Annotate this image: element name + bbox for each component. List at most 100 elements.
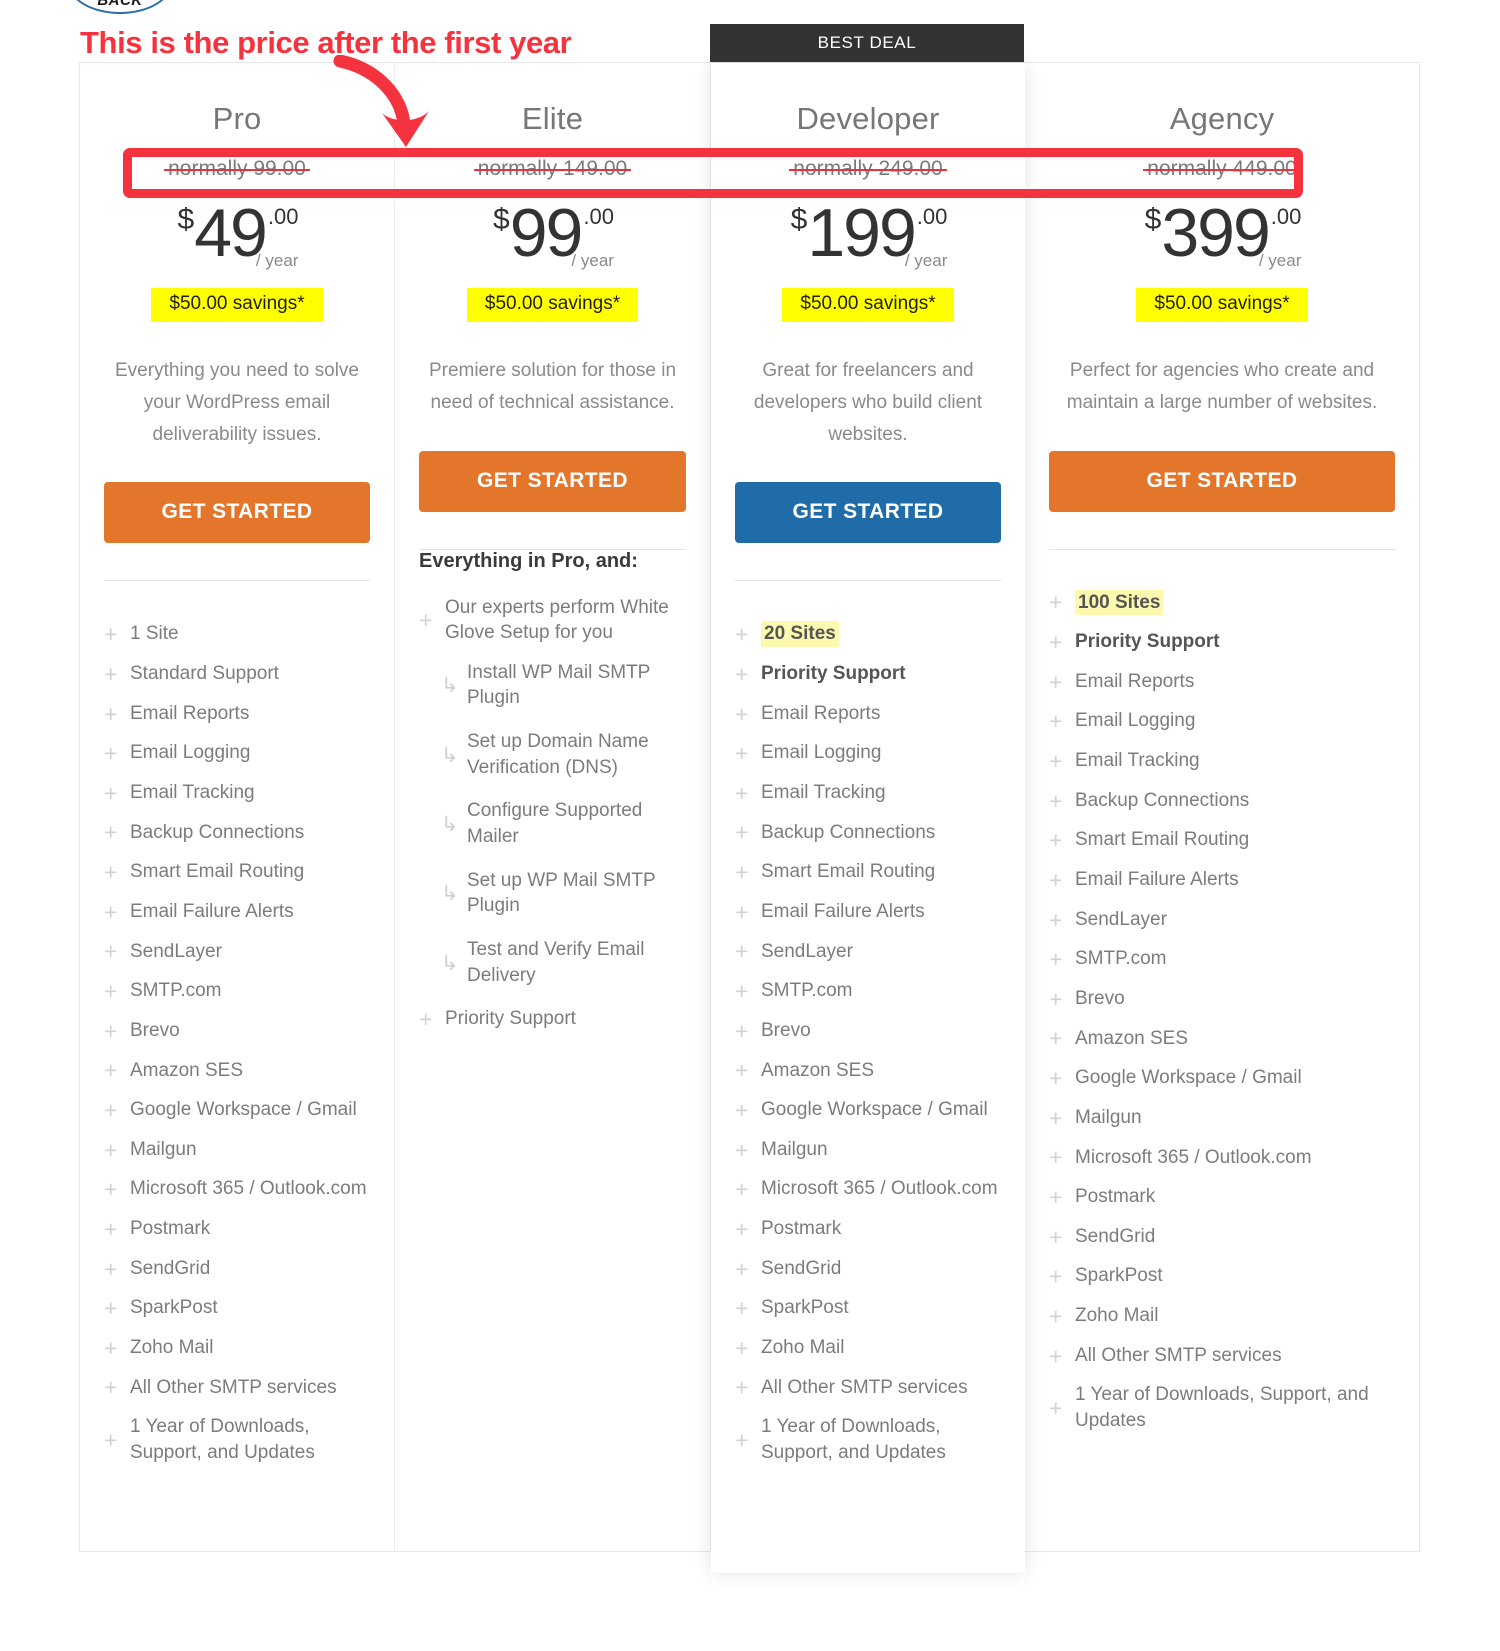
plan-description-pro: Everything you need to solve your WordPr… (115, 359, 359, 445)
feature-item: + Amazon SES (104, 1058, 370, 1084)
plus-icon: + (1049, 1144, 1063, 1171)
plus-icon: + (735, 1096, 749, 1123)
feature-label: 100 Sites (1075, 589, 1164, 616)
plus-icon: + (104, 1255, 118, 1282)
feature-label: Set up WP Mail SMTP Plugin (467, 869, 656, 917)
pricing-page: BACK This is the price after the first y… (0, 0, 1500, 1651)
get-started-button-agency[interactable]: GET STARTED (1049, 450, 1395, 512)
feature-item: + Postmark (735, 1216, 1001, 1242)
feature-label: SendGrid (1075, 1225, 1156, 1247)
plan-savings-wrap-agency: $50.00 savings* (1049, 288, 1395, 322)
feature-item: + SparkPost (104, 1295, 370, 1321)
price-cents-agency: .00 (1270, 204, 1302, 229)
plus-icon: + (1049, 1395, 1063, 1422)
feature-label: Microsoft 365 / Outlook.com (1075, 1146, 1312, 1168)
plus-icon: + (735, 978, 749, 1005)
feature-label: Amazon SES (1075, 1027, 1188, 1049)
plan-savings-wrap-developer: $50.00 savings* (735, 288, 1001, 322)
feature-label: SendGrid (130, 1257, 211, 1279)
feature-item: + SendGrid (735, 1256, 1001, 1282)
plus-icon: + (1049, 1223, 1063, 1250)
arrow-sub-icon: ↳ (441, 951, 459, 975)
feature-list-elite: + Our experts perform White Glove Setup f… (419, 595, 686, 1032)
price-currency-elite: $ (493, 203, 510, 236)
feature-label: Zoho Mail (761, 1337, 845, 1358)
plan-column-agency: Agency normally 449.00 $399.00 / year $5… (1025, 63, 1419, 1551)
feature-item: + SendLayer (104, 939, 370, 965)
feature-label: Email Logging (130, 742, 251, 764)
feature-label: Smart Email Routing (1075, 829, 1250, 851)
plan-savings-agency: $50.00 savings* (1136, 288, 1308, 322)
get-started-button-pro[interactable]: GET STARTED (104, 482, 370, 544)
feature-label: Microsoft 365 / Outlook.com (761, 1178, 998, 1200)
feature-item: + Brevo (104, 1018, 370, 1044)
best-deal-banner: BEST DEAL (710, 24, 1024, 62)
feature-item: +1 Year of Downloads, Support, and Updat… (104, 1414, 370, 1465)
feature-label: Brevo (130, 1019, 180, 1041)
feature-item: + Priority Support (735, 661, 1001, 687)
feature-item: + Email Failure Alerts (1049, 867, 1395, 893)
feature-item: +1 Year of Downloads, Support, and Updat… (735, 1414, 1001, 1465)
plus-icon: + (1049, 1342, 1063, 1369)
feature-item: + Amazon SES (1049, 1026, 1395, 1052)
feature-item: + Postmark (1049, 1184, 1395, 1210)
feature-label: Mailgun (761, 1138, 828, 1160)
price-currency-agency: $ (1144, 203, 1162, 236)
price-cents-developer: .00 (916, 204, 948, 229)
price-cents-pro: .00 (267, 204, 299, 229)
plus-icon: + (735, 1136, 749, 1163)
feature-item: + All Other SMTP services (735, 1375, 1001, 1401)
plus-icon: + (735, 819, 749, 846)
plan-name-pro: Pro (212, 101, 262, 136)
feature-list-developer: +20 Sites + Priority Support + Email Reports… (735, 621, 1001, 1465)
plus-icon: + (104, 621, 118, 648)
get-started-button-elite[interactable]: GET STARTED (419, 450, 686, 512)
feature-list-agency: +100 Sites + Priority Support + Email Report… (1049, 589, 1395, 1434)
plus-icon: + (735, 898, 749, 925)
feature-item: + Mailgun (104, 1137, 370, 1163)
feature-item: + Backup Connections (735, 820, 1001, 846)
feature-label: Brevo (761, 1019, 811, 1041)
plus-icon: + (735, 779, 749, 806)
feature-label: SendLayer (130, 940, 222, 962)
feature-item: + SparkPost (1049, 1263, 1395, 1289)
feature-label: Google Workspace / Gmail (1075, 1067, 1302, 1089)
plan-price-pro: $49.00 / year (104, 199, 370, 271)
feature-item: + Smart Email Routing (104, 859, 370, 885)
feature-label: Backup Connections (1075, 789, 1250, 811)
plus-icon: + (1049, 827, 1063, 854)
feature-item: + Priority Support (1049, 629, 1395, 655)
plan-normal-price-developer: normally 249.00 (735, 157, 1001, 181)
plan-cta-wrap-pro: GET STARTED (104, 482, 370, 544)
plus-icon: + (104, 938, 118, 965)
feature-label: Email Reports (1075, 670, 1195, 692)
plus-icon: + (735, 1215, 749, 1242)
plus-icon: + (735, 1057, 749, 1084)
feature-label: Email Failure Alerts (761, 900, 925, 922)
guarantee-badge-label: BACK (97, 0, 143, 9)
feature-label: All Other SMTP services (1075, 1344, 1282, 1366)
feature-label: Configure Supported Mailer (467, 800, 643, 848)
strikethrough-price-agency: normally 449.00 (1143, 157, 1302, 180)
feature-label: Email Logging (761, 742, 882, 764)
feature-label: Email Tracking (1075, 750, 1200, 772)
plus-icon: + (104, 700, 118, 727)
feature-item: + Email Logging (1049, 708, 1395, 734)
plus-icon: + (104, 1057, 118, 1084)
plus-icon: + (104, 1136, 118, 1163)
feature-label: Standard Support (130, 663, 279, 685)
feature-list-pro: +1 Site + Standard Support + Email Reports + E… (104, 621, 370, 1465)
feature-item: + Mailgun (1049, 1105, 1395, 1131)
plus-icon: + (104, 1334, 118, 1361)
feature-item: +20 Sites (735, 621, 1001, 648)
feature-label: Email Tracking (761, 782, 886, 804)
feature-item: + Email Failure Alerts (104, 899, 370, 925)
feature-item: + Standard Support (104, 661, 370, 687)
plus-icon: + (1049, 708, 1063, 735)
feature-label: Test and Verify Email Delivery (467, 938, 645, 986)
get-started-button-developer[interactable]: GET STARTED (735, 482, 1001, 544)
plus-icon: + (104, 819, 118, 846)
plus-icon: + (104, 1017, 118, 1044)
plan-column-developer: Developer normally 249.00 $199.00 / year… (711, 63, 1025, 1573)
feature-label: Email Reports (130, 702, 250, 724)
